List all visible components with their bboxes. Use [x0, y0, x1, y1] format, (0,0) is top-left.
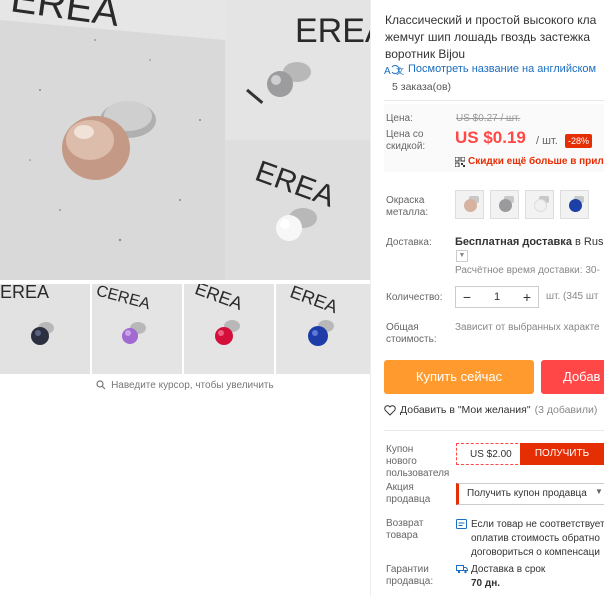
coupon-amount: US $2.00 — [470, 449, 512, 460]
qr-code-icon — [455, 156, 465, 167]
swatch-option[interactable] — [560, 190, 589, 219]
price-unit: / шт. — [536, 135, 558, 147]
guarantee-label: Гарантии продавца: — [386, 564, 434, 587]
new-price: US $0.19 — [455, 128, 526, 147]
translate-icon: A 文 — [384, 64, 404, 75]
returns-label: Возврат товара — [386, 518, 424, 541]
returns-line: оплатив стоимость обратно — [471, 533, 600, 544]
heart-icon — [384, 404, 396, 416]
svg-text:A: A — [384, 66, 391, 75]
wishlist-text[interactable]: Добавить в "Мои желания" — [400, 404, 531, 416]
delivery-truck-icon — [456, 565, 468, 574]
guarantee-line1: Доставка в срок — [471, 564, 546, 575]
add-to-cart-button[interactable]: Добав — [541, 360, 604, 394]
discount-price-label: Цена со скидкой: — [386, 129, 426, 152]
quantity-input[interactable]: 1 — [478, 291, 516, 303]
main-product-image[interactable]: EREA — [0, 0, 225, 280]
swatch-option[interactable] — [525, 190, 554, 219]
get-coupon-button[interactable]: ПОЛУЧИТЬ — [520, 443, 604, 465]
zoom-hint-text: Наведите курсор, чтобы увеличить — [111, 380, 274, 391]
quantity-label: Количество: — [386, 292, 443, 303]
title-line: воротник Bijou — [385, 47, 466, 61]
quantity-plus-button[interactable]: + — [516, 289, 538, 305]
returns-line: Если товар не соответствует — [471, 519, 604, 530]
thumb-purple-pearl[interactable]: CEREA — [92, 284, 182, 374]
swatch-option[interactable] — [455, 190, 484, 219]
seller-coupon-select-text[interactable]: Получить купон продавца — [467, 488, 587, 499]
translate-link[interactable]: A 文 Посмотреть название на английском — [384, 63, 596, 75]
swatch-option[interactable] — [490, 190, 519, 219]
total-label: Общая стоимость: — [386, 322, 437, 345]
title-line: жемчуг шип лошадь гвоздь застежка — [385, 30, 591, 44]
divider — [384, 430, 604, 431]
old-price: US $0.27 / шт. — [456, 113, 521, 124]
thumb-white-pearl[interactable]: EREA — [225, 140, 370, 280]
product-gallery: EREA EREA EREA ER — [0, 0, 370, 374]
thumb-black-pearl[interactable]: EREA — [0, 284, 90, 374]
app-promo-text[interactable]: Скидки ещё больше в прило — [468, 156, 604, 167]
discount-badge: -28% — [565, 134, 593, 148]
title-line: Классический и простой высокого кла — [385, 13, 597, 27]
shipping-destination: в Russia — [574, 236, 604, 248]
quantity-stepper: − 1 + — [455, 286, 539, 308]
buy-now-button[interactable]: Купить сейчас — [384, 360, 534, 394]
zoom-hint: Наведите курсор, чтобы увеличить — [0, 380, 370, 391]
shipping-free: Бесплатная доставка — [455, 236, 572, 248]
watermark-text: EREA — [0, 284, 49, 302]
translate-link-text[interactable]: Посмотреть название на английском — [408, 63, 596, 75]
app-promo[interactable]: Скидки ещё больше в прило — [455, 156, 604, 167]
product-title: Классический и простой высокого кла жемч… — [385, 12, 604, 63]
metal-color-label: Окраска металла: — [386, 195, 429, 218]
quantity-minus-button[interactable]: − — [456, 289, 478, 305]
guarantee-text: Доставка в срок 70 дн. — [471, 563, 545, 591]
divider — [384, 100, 604, 101]
guarantee-days: 70 дн. — [471, 578, 501, 589]
total-value: Зависит от выбранных характе — [455, 322, 600, 333]
chevron-down-icon[interactable]: ▼ — [595, 487, 603, 496]
price-label: Цена: — [386, 113, 413, 124]
return-policy-icon — [456, 519, 467, 529]
thumb-red-pearl[interactable]: EREA — [184, 284, 274, 374]
watermark-text: EREA — [295, 12, 370, 50]
magnifier-icon — [96, 380, 106, 390]
new-user-coupon-label: Купон нового пользователя — [386, 444, 450, 479]
shipping-label: Доставка: — [386, 237, 432, 248]
returns-text: Если товар не соответствует оплатив стои… — [471, 518, 604, 560]
returns-line: договориться о компенсаци — [471, 547, 600, 558]
wishlist-link[interactable]: Добавить в "Мои желания" (3 добавили) — [384, 404, 597, 416]
seller-promo-label: Акция продавца — [386, 482, 431, 505]
delivery-estimate: Расчётное время доставки: 30- — [455, 265, 600, 276]
color-swatches — [455, 190, 589, 219]
shipping-dropdown-chevron-icon[interactable]: ▼ — [456, 250, 468, 262]
shipping-value: Бесплатная доставка в Russia — [455, 236, 604, 248]
wishlist-count: (3 добавили) — [534, 404, 598, 416]
svg-text:文: 文 — [396, 66, 404, 75]
thumb-blue-pearl[interactable]: EREA — [276, 284, 370, 374]
thumb-grey-pearl[interactable]: EREA — [225, 0, 370, 140]
column-divider — [370, 0, 371, 596]
orders-count: 5 заказа(ов) — [392, 81, 452, 93]
stock-available: шт. (345 шт — [546, 291, 599, 302]
